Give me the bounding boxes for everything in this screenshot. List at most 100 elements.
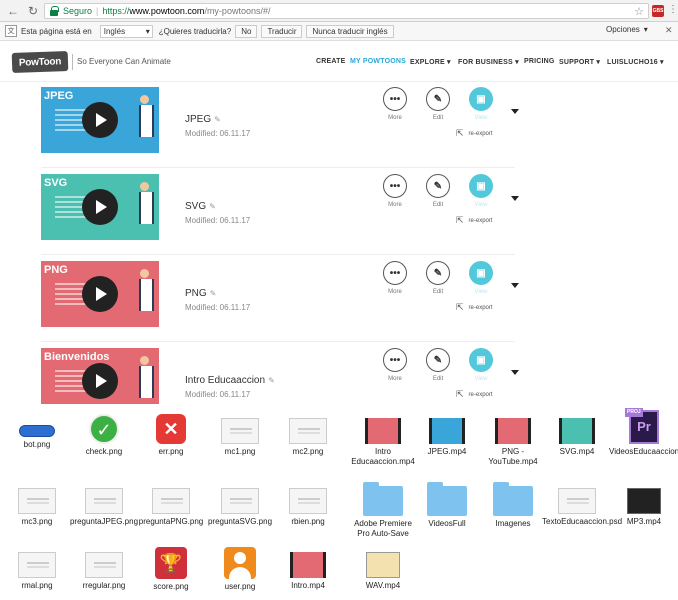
wav-file-icon (366, 552, 400, 578)
reexport-label: re-export (468, 217, 493, 224)
close-icon[interactable]: ✕ (665, 25, 673, 36)
browser-menu-icon[interactable]: ⋮ (668, 4, 678, 15)
desktop-file[interactable]: mc1.png (205, 410, 275, 457)
powtoon-title[interactable]: Intro Educaaccion ✎ (185, 375, 275, 386)
play-icon[interactable] (82, 363, 118, 399)
no-button[interactable]: No (235, 24, 258, 38)
more-button[interactable]: ••• (383, 174, 407, 198)
edit-button[interactable]: ✎ (426, 174, 450, 198)
user-file-icon (224, 547, 256, 579)
rename-pencil-icon[interactable]: ✎ (214, 115, 221, 124)
reexport-link[interactable]: ⇱ re-export (456, 389, 493, 400)
view-label: View (474, 202, 488, 208)
powtoon-title[interactable]: JPEG ✎ (185, 114, 221, 125)
powtoon-title[interactable]: PNG ✎ (185, 288, 216, 299)
bookmark-star-icon[interactable]: ☆ (634, 5, 644, 18)
rename-pencil-icon[interactable]: ✎ (209, 202, 216, 211)
powtoon-thumbnail[interactable]: PNG (41, 261, 159, 327)
export-icon: ⇱ (456, 215, 464, 225)
file-name: JPEG.mp4 (427, 447, 467, 456)
nav-create[interactable]: CREATE (316, 58, 345, 65)
rename-pencil-icon[interactable]: ✎ (210, 289, 217, 298)
edit-button[interactable]: ✎ (426, 261, 450, 285)
desktop-file[interactable]: MP3.mp4 (609, 480, 678, 527)
desktop-file[interactable]: mc3.png (2, 480, 72, 527)
desktop-file[interactable]: Intro.mp4 (273, 544, 343, 591)
desktop-file[interactable]: Intro Educaaccion.mp4 (348, 410, 418, 467)
powtoon-thumbnail[interactable]: JPEG (41, 87, 159, 153)
nav-pricing[interactable]: PRICING (524, 58, 555, 65)
desktop-file[interactable]: 🏆 score.png (136, 544, 206, 592)
desktop-file[interactable]: Pr VideosEducaaccion.prproj (609, 408, 678, 457)
rename-pencil-icon[interactable]: ✎ (268, 376, 275, 385)
chevron-down-icon[interactable] (511, 370, 519, 375)
desktop-file[interactable]: Imagenes (478, 480, 548, 529)
desktop-file[interactable]: PNG - YouTube.mp4 (478, 410, 548, 467)
nav-explore[interactable]: EXPLORE ▾ (410, 58, 451, 66)
nav-support[interactable]: SUPPORT ▾ (559, 58, 600, 66)
reload-icon[interactable]: ↻ (26, 4, 40, 18)
desktop-file[interactable]: ✓ check.png (69, 410, 139, 457)
desktop-file[interactable]: VideosFull (412, 480, 482, 529)
file-name: PNG - YouTube.mp4 (488, 447, 538, 466)
language-select[interactable]: Inglés ▾ (99, 24, 153, 38)
nav-for-business[interactable]: FOR BUSINESS ▾ (458, 58, 519, 66)
reexport-link[interactable]: ⇱ re-export (456, 128, 493, 139)
desktop-file[interactable]: mc2.png (273, 410, 343, 457)
desktop-file[interactable]: rmal.png (2, 544, 72, 591)
err-file-icon: ✕ (156, 414, 186, 444)
powtoon-title[interactable]: SVG ✎ (185, 201, 216, 212)
view-button[interactable]: ▣ (469, 348, 493, 372)
chevron-down-icon[interactable] (511, 196, 519, 201)
video-file-icon (495, 418, 531, 444)
desktop-file[interactable]: preguntaSVG.png (205, 480, 275, 527)
desktop-file[interactable]: SVG.mp4 (542, 410, 612, 457)
chevron-down-icon: ▾ (145, 26, 150, 36)
folder-file-icon (493, 482, 533, 516)
play-icon[interactable] (82, 189, 118, 225)
edit-button[interactable]: ✎ (426, 87, 450, 111)
more-button[interactable]: ••• (383, 261, 407, 285)
translate-button[interactable]: Traducir (261, 24, 303, 38)
address-bar[interactable]: Seguro | https://www.powtoon.com/my-powt… (44, 3, 649, 19)
options-button[interactable]: Opciones ▾ (606, 25, 648, 34)
thumbnail-title: SVG (44, 177, 68, 189)
edit-button[interactable]: ✎ (426, 348, 450, 372)
character-figure (139, 356, 154, 404)
desktop-file[interactable]: preguntaJPEG.png (69, 480, 139, 527)
view-button[interactable]: ▣ (469, 261, 493, 285)
desktop-file[interactable]: rbien.png (273, 480, 343, 527)
chevron-down-icon[interactable] (511, 283, 519, 288)
view-button[interactable]: ▣ (469, 87, 493, 111)
powtoon-logo[interactable]: PowToon (11, 51, 69, 73)
desktop-file[interactable]: preguntaPNG.png (136, 480, 206, 527)
more-button[interactable]: ••• (383, 87, 407, 111)
nav-user-menu[interactable]: LUISLUCHO16 ▾ (607, 58, 664, 66)
desktop-file[interactable]: Adobe Premiere Pro Auto-Save (348, 480, 418, 539)
play-icon[interactable] (82, 102, 118, 138)
reexport-label: re-export (468, 304, 493, 311)
nav-my-powtoons[interactable]: MY POWTOONS (350, 58, 406, 65)
desktop-file[interactable]: rregular.png (69, 544, 139, 591)
powtoon-thumbnail[interactable]: SVG (41, 174, 159, 240)
play-icon[interactable] (82, 276, 118, 312)
url-host: www.powtoon.com (129, 6, 205, 16)
file-name: rmal.png (21, 581, 53, 590)
file-name: mc3.png (21, 517, 53, 526)
chevron-down-icon[interactable] (511, 109, 519, 114)
back-icon[interactable]: ← (6, 4, 20, 18)
more-button[interactable]: ••• (383, 348, 407, 372)
desktop-file[interactable]: WAV.mp4 (348, 544, 418, 591)
translate-question: ¿Quieres traducirla? (158, 26, 232, 36)
desktop-file[interactable]: user.png (205, 544, 275, 592)
view-button[interactable]: ▣ (469, 174, 493, 198)
reexport-link[interactable]: ⇱ re-export (456, 215, 493, 226)
desktop-file[interactable]: TextoEducaaccion.psd (542, 480, 622, 527)
translate-icon: 文 (5, 25, 17, 37)
reexport-link[interactable]: ⇱ re-export (456, 302, 493, 313)
desktop-file[interactable]: JPEG.mp4 (412, 410, 482, 457)
extension-icon[interactable]: GBS (652, 5, 664, 17)
never-translate-button[interactable]: Nunca traducir inglés (306, 24, 394, 38)
desktop-file[interactable]: ✕ err.png (136, 410, 206, 457)
desktop-file[interactable]: bot.png (2, 410, 72, 450)
